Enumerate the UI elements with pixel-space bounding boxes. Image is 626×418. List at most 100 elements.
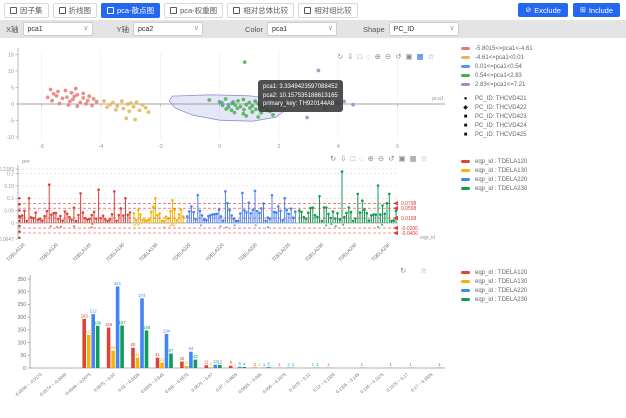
pca-scatter-chart[interactable]: 151050-5-10-6-4-20246pca1 bbox=[0, 40, 455, 155]
legend-swatch bbox=[461, 187, 470, 190]
tab-relative-group-compare[interactable]: 相对组比较 bbox=[298, 3, 358, 18]
line-chart-icon bbox=[59, 7, 66, 14]
svg-text:0.0598: 0.0598 bbox=[401, 206, 417, 212]
svg-text:3: 3 bbox=[267, 362, 270, 367]
lollipop-section-3[interactable] bbox=[298, 170, 397, 228]
legend-item[interactable]: 0.01<=pca1<0.54 bbox=[461, 62, 621, 71]
svg-text:4: 4 bbox=[243, 362, 246, 367]
scatter-series-1[interactable] bbox=[102, 99, 150, 121]
pca-weight-icon bbox=[170, 7, 177, 14]
svg-text:0.1575 ~ 0.17: 0.1575 ~ 0.17 bbox=[386, 372, 410, 393]
scatter-legend: -5.8015<=pca1<-4.61-4.61<=pca1<0.010.01<… bbox=[461, 44, 621, 139]
histogram-chart[interactable]: 0501001502002503003501931302121661596832… bbox=[0, 263, 455, 413]
shape-label: Shape bbox=[363, 25, 385, 34]
chart-control-bar: X轴 pca1 ∨ Y轴 pca2 ∨ Color pca1 ∨ Shape P… bbox=[0, 20, 626, 38]
svg-text:1: 1 bbox=[263, 362, 266, 367]
svg-text:-0.0406: -0.0406 bbox=[401, 231, 418, 237]
svg-text:TDELA220: TDELA220 bbox=[171, 242, 192, 263]
legend-label: 2.83<=pca1<=7.21 bbox=[475, 82, 525, 88]
legend-item[interactable]: eqp_id : TDELA220 bbox=[461, 175, 621, 184]
per-lollipop-chart[interactable]: 0.21830.20.150.10.050-0.0647per0.07980.0… bbox=[0, 155, 455, 263]
legend-item[interactable]: eqp_id : TDELA130 bbox=[461, 166, 621, 175]
legend-item[interactable]: -4.61<=pca1<0.01 bbox=[461, 53, 621, 62]
svg-text:4: 4 bbox=[337, 144, 340, 150]
legend-item[interactable]: eqp_id : TDELA230 bbox=[461, 295, 621, 304]
svg-text:-0.0049 ~ 0.0075: -0.0049 ~ 0.0075 bbox=[63, 372, 92, 397]
legend-item[interactable]: 0.54<=pca1<2.83 bbox=[461, 71, 621, 80]
legend-item[interactable]: ■PC_ID: THCVD424 bbox=[461, 121, 621, 130]
scatter-series-0[interactable] bbox=[46, 87, 99, 108]
legend-item[interactable]: eqp_id : TDELA120 bbox=[461, 268, 621, 277]
exclude-button[interactable]: ⊘ Exclude bbox=[518, 3, 568, 17]
svg-text:-5: -5 bbox=[9, 119, 14, 125]
tooltip-primary-key: primary_key: TH920144A8 bbox=[263, 100, 338, 109]
y-axis-select[interactable]: pca2 ∨ bbox=[133, 22, 203, 36]
tab-relative-overall-compare[interactable]: 相对总体比较 bbox=[227, 3, 294, 18]
legend-item[interactable]: ● PC_ID: THCVD421 bbox=[461, 94, 621, 103]
shape-control: Shape PC_ID ∨ bbox=[363, 22, 459, 36]
legend-item[interactable]: ◆PC_ID: THCVD422 bbox=[461, 103, 621, 112]
factor-set-icon bbox=[10, 7, 17, 14]
svg-text:1: 1 bbox=[390, 362, 393, 367]
svg-text:TDELA220: TDELA220 bbox=[238, 242, 259, 263]
legend-label: PC_ID: THCVD421 bbox=[475, 96, 527, 102]
svg-text:0.145 ~ 0.1575: 0.145 ~ 0.1575 bbox=[359, 372, 385, 395]
action-buttons: ⊘ Exclude ⊞ Include bbox=[518, 3, 620, 17]
tab-pca-scatter[interactable]: pca-散点图 bbox=[101, 3, 160, 18]
include-button[interactable]: ⊞ Include bbox=[573, 3, 620, 17]
svg-text:eqp_id: eqp_id bbox=[420, 235, 435, 241]
x-axis-label: X轴 bbox=[6, 24, 19, 35]
svg-text:25: 25 bbox=[180, 356, 185, 361]
legend-label: eqp_id : TDELA130 bbox=[475, 279, 527, 285]
tab-pca-weight[interactable]: pca-权重图 bbox=[164, 3, 223, 18]
svg-text:2: 2 bbox=[287, 362, 290, 367]
legend-swatch bbox=[461, 169, 470, 172]
svg-text:0.1325 ~ 0.145: 0.1325 ~ 0.145 bbox=[335, 372, 361, 395]
legend-item[interactable]: -5.8015<=pca1<-4.61 bbox=[461, 44, 621, 53]
tab-line-chart[interactable]: 折线图 bbox=[53, 3, 98, 18]
svg-text:350: 350 bbox=[18, 277, 27, 283]
shape-select[interactable]: PC_ID ∨ bbox=[389, 22, 459, 36]
lollipop-section-0[interactable] bbox=[19, 183, 132, 228]
legend-swatch bbox=[461, 280, 470, 283]
legend-item[interactable]: ■PC_ID: THCVD423 bbox=[461, 112, 621, 121]
svg-text:0.0575 ~ 0.07: 0.0575 ~ 0.07 bbox=[190, 372, 214, 393]
svg-text:150: 150 bbox=[18, 328, 27, 334]
svg-text:1: 1 bbox=[258, 362, 261, 367]
svg-text:0.0198: 0.0198 bbox=[401, 216, 417, 222]
color-control: Color pca1 ∨ bbox=[245, 22, 337, 36]
legend-label: -5.8015<=pca1<-4.61 bbox=[475, 46, 533, 52]
legend-item[interactable]: eqp_id : TDELA230 bbox=[461, 184, 621, 193]
legend-label: eqp_id : TDELA130 bbox=[475, 168, 527, 174]
svg-text:68: 68 bbox=[111, 345, 116, 350]
legend-swatch bbox=[461, 160, 470, 163]
color-select[interactable]: pca1 ∨ bbox=[267, 22, 337, 36]
color-label: Color bbox=[245, 25, 263, 34]
svg-text:0.0075 ~ 0.02: 0.0075 ~ 0.02 bbox=[93, 372, 117, 393]
legend-shape-icon: ● bbox=[461, 96, 470, 102]
svg-text:0.02 ~ 0.0325: 0.02 ~ 0.0325 bbox=[117, 372, 141, 393]
tooltip-pca2: pca2: 10.157535188613165 bbox=[263, 92, 338, 101]
bar-value-labels: 1931302121661596832116780412741484121134… bbox=[81, 281, 442, 367]
legend-item[interactable]: ■PC_ID: THCVD425 bbox=[461, 130, 621, 139]
svg-text:-10: -10 bbox=[6, 135, 14, 141]
svg-text:5: 5 bbox=[11, 86, 14, 92]
svg-text:TDELA220: TDELA220 bbox=[271, 242, 292, 263]
svg-text:0.1: 0.1 bbox=[7, 196, 14, 202]
tab-label: pca-权重图 bbox=[180, 5, 217, 16]
tab-factor-set[interactable]: 因子集 bbox=[4, 3, 49, 18]
svg-text:166: 166 bbox=[94, 320, 102, 325]
legend-item[interactable]: eqp_id : TDELA130 bbox=[461, 277, 621, 286]
legend-label: PC_ID: THCVD423 bbox=[475, 114, 527, 120]
y-axis-label: Y轴 bbox=[117, 24, 130, 35]
legend-item[interactable]: 2.83<=pca1<=7.21 bbox=[461, 80, 621, 89]
x-axis-select[interactable]: pca1 ∨ bbox=[23, 22, 93, 36]
svg-text:1: 1 bbox=[312, 362, 315, 367]
legend-item[interactable]: eqp_id : TDELA220 bbox=[461, 286, 621, 295]
legend-item[interactable]: eqp_id : TDELA120 bbox=[461, 157, 621, 166]
tab-label: 相对组比较 bbox=[314, 5, 352, 16]
svg-text:0.05: 0.05 bbox=[4, 208, 14, 214]
lollipop-axes: 0.21830.20.150.10.050-0.0647per bbox=[0, 159, 398, 243]
lollipop-section-2[interactable] bbox=[186, 190, 297, 229]
svg-text:1: 1 bbox=[361, 362, 364, 367]
